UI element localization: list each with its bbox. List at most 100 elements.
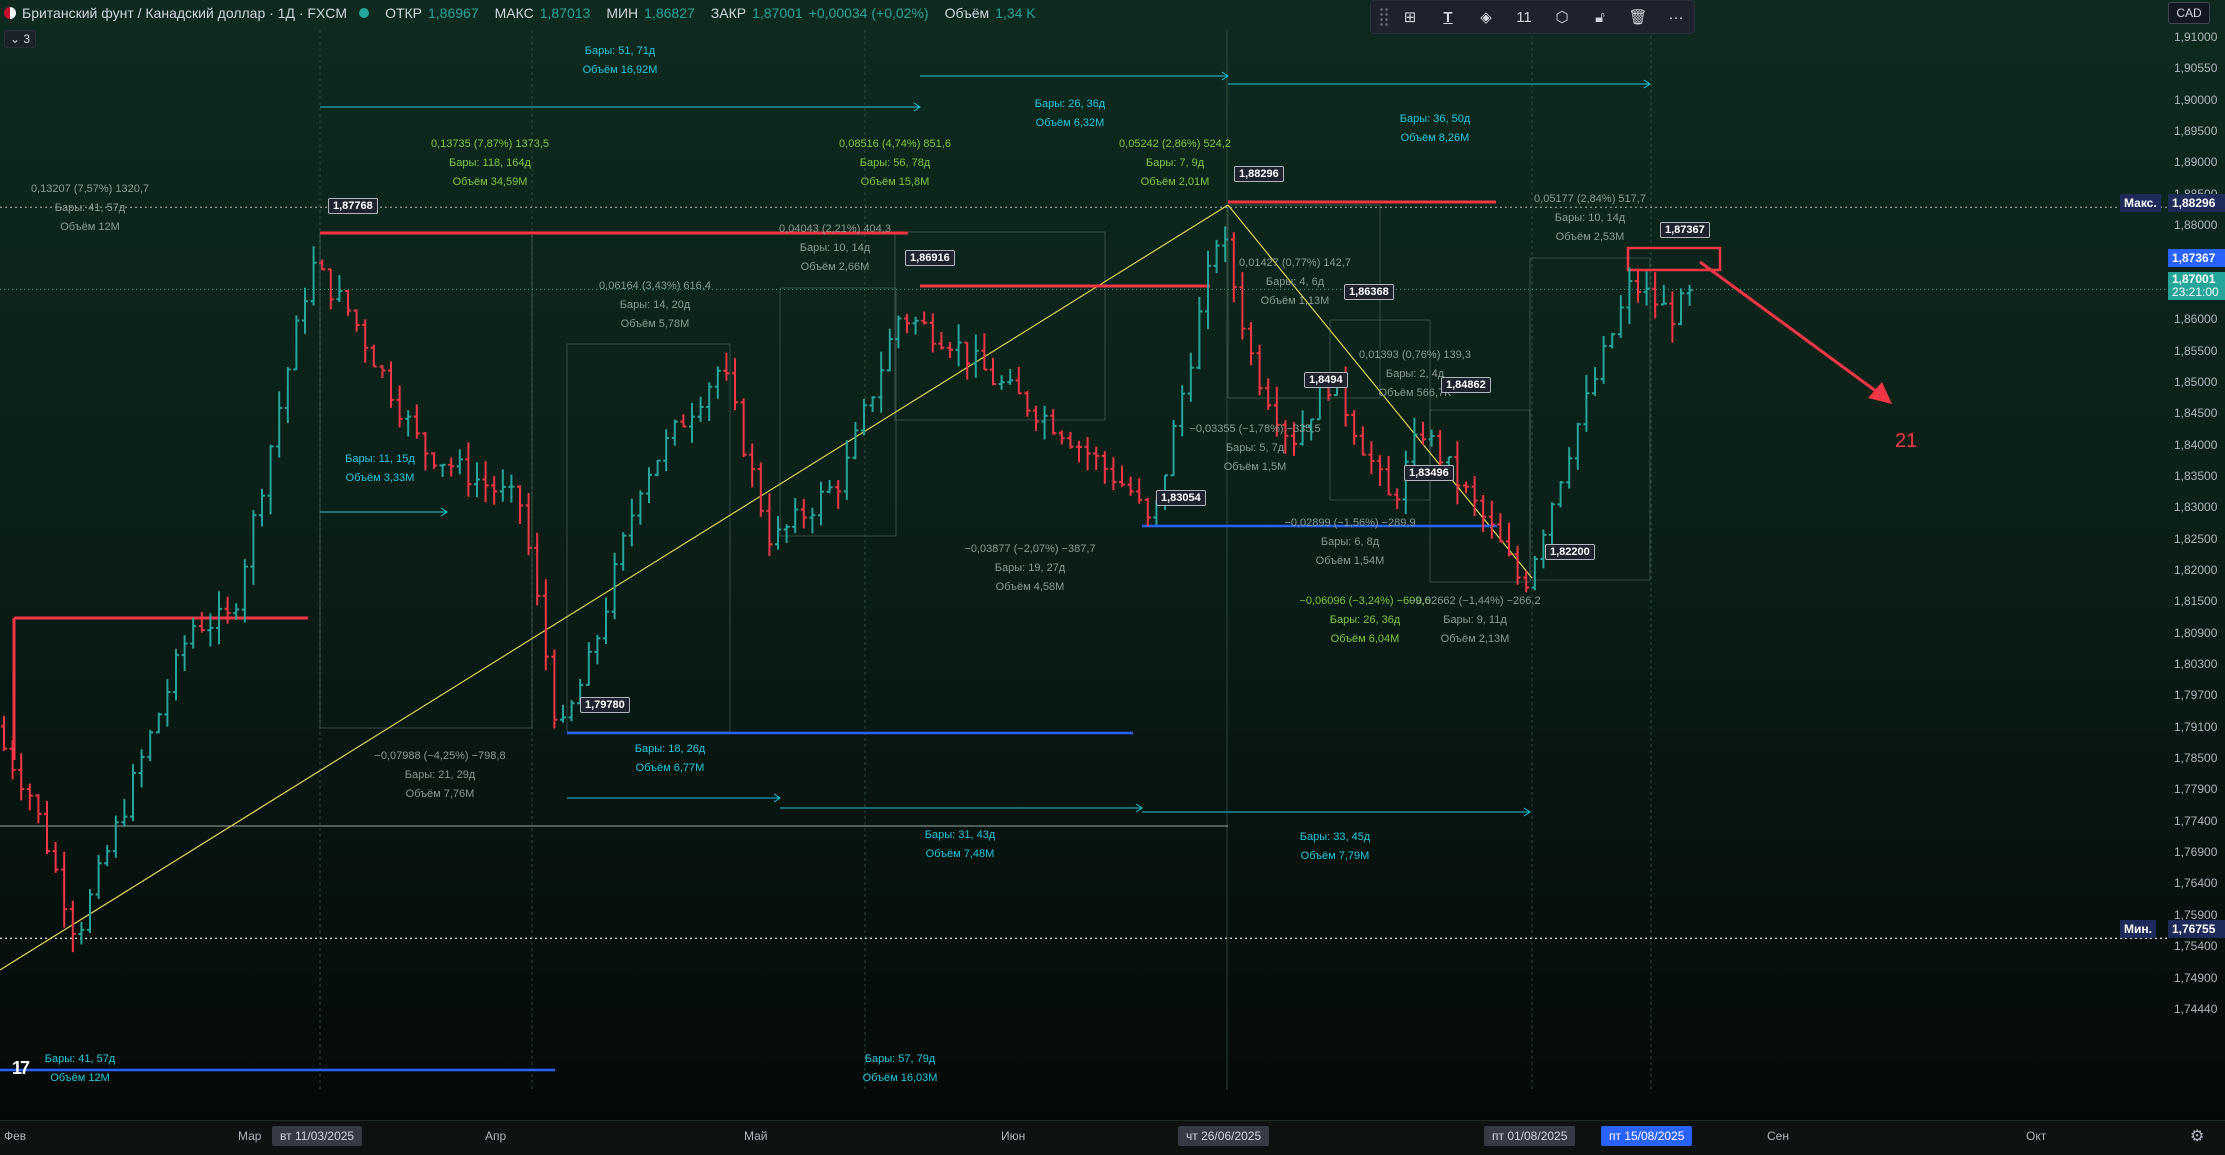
flag-icon — [4, 7, 16, 19]
time-axis[interactable]: Фев Мар Апр Май Июн Сен Окт вт 11/03/202… — [0, 1120, 2225, 1155]
price-scale[interactable]: 1,910001,905501,900001,895001,890001,885… — [2168, 0, 2225, 1120]
low-label: МИН — [606, 5, 639, 21]
measure-annotation[interactable]: Бары: 33, 45д Объём 7,79M — [1225, 828, 1445, 866]
annotation-line: Бары: 18, 26д — [634, 743, 706, 755]
measure-annotation[interactable]: −0,07988 (−4,25%) −798,8 Бары: 21, 29д Объ… — [330, 747, 550, 804]
close-label: ЗАКР — [710, 5, 747, 21]
price-tick: 1,80300 — [2174, 657, 2218, 671]
annotation-line: Объём 3,33M — [345, 472, 415, 484]
price-tick: 1,84000 — [2174, 437, 2218, 452]
time-label-jun: Июн — [1001, 1129, 1026, 1143]
annotation-line: Бары: 57, 79д — [864, 1053, 936, 1065]
measure-annotation[interactable]: 0,04043 (2,21%) 404,3 Бары: 10, 14д Объём … — [725, 220, 945, 277]
annotation-line: Бары: 14, 20д — [619, 299, 691, 311]
annotation-line: Бары: 36, 50д — [1399, 113, 1471, 125]
price-label-7[interactable]: 1,83496 — [1404, 465, 1454, 481]
annotation-line: Объём 2,13M — [1440, 633, 1510, 645]
measure-annotation[interactable]: Бары: 51, 71д Объём 16,92M — [510, 42, 730, 80]
drawing-text-21[interactable]: 21 — [1895, 430, 1917, 453]
price-label-5[interactable]: 1,8494 — [1304, 372, 1348, 388]
settings-icon[interactable]: ⬡ — [1545, 4, 1579, 30]
template-icon[interactable]: ⊞ — [1393, 4, 1427, 30]
time-label-may: Май — [744, 1129, 768, 1143]
price-label-1[interactable]: 1,87768 — [328, 198, 378, 214]
fill-icon[interactable]: ◈ — [1469, 4, 1503, 30]
annotation-line: −0,03355 (−1,78%) −335,5 — [1189, 423, 1321, 435]
tradingview-logo[interactable]: 17 — [12, 1058, 30, 1079]
measure-annotation[interactable]: Бары: 41, 57д Объём 12M — [0, 1050, 190, 1088]
measure-annotation[interactable]: Бары: 31, 43д Объём 7,48M — [850, 826, 1070, 864]
annotation-line: 0,01427 (0,77%) 142,7 — [1239, 257, 1351, 269]
measure-annotation[interactable]: 0,06164 (3,43%) 616,4 Бары: 14, 20д Объём … — [545, 277, 765, 334]
annotation-line: Объём 16,92M — [582, 64, 658, 76]
price-tick: 1,81500 — [2174, 594, 2218, 609]
price-tick: 1,85000 — [2174, 374, 2218, 389]
annotation-line: Объём 1,54M — [1315, 555, 1385, 567]
annotation-line: Объём 6,32M — [1035, 117, 1105, 129]
annotation-line: −0,02662 (−1,44%) −266,2 — [1409, 595, 1541, 607]
time-badge-2: чт 26/06/2025 — [1178, 1126, 1270, 1146]
high-label: МАКС — [494, 5, 534, 21]
price-label-11[interactable]: 1,87367 — [1660, 222, 1710, 238]
open-value: 1,86967 — [428, 5, 479, 21]
annotation-line: 0,08516 (4,74%) 851,6 — [839, 138, 951, 150]
time-label-oct: Окт — [2026, 1129, 2047, 1143]
price-tick: 1,74440 — [2174, 1001, 2218, 1016]
grip-icon[interactable] — [1379, 7, 1389, 27]
measure-annotation[interactable]: Бары: 18, 26д Объём 6,77M — [560, 740, 780, 778]
measure-annotation[interactable]: −0,02662 (−1,44%) −266,2 Бары: 9, 11д Объё… — [1365, 592, 1585, 649]
max-label-text: Макс. — [2124, 196, 2157, 210]
chart-app[interactable]: Британский фунт / Канадский доллар · 1Д … — [0, 0, 2225, 1155]
measure-annotation[interactable]: −0,02899 (−1,56%) −289,9 Бары: 6, 8д Объём… — [1240, 514, 1460, 571]
measure-box — [566, 343, 731, 733]
min-label-text: Мин. — [2124, 922, 2152, 936]
price-tick: 1,80900 — [2174, 625, 2218, 640]
measure-annotation[interactable]: 0,05177 (2,84%) 517,7 Бары: 10, 14д Объём … — [1480, 190, 1700, 247]
price-label-10[interactable]: 1,79780 — [580, 697, 630, 713]
annotation-line: Бары: 118, 164д — [449, 157, 531, 169]
drawing-toolbar[interactable]: ⊞ T ◈ 11 ⬡ 🔓︎ 🗑︎ ··· — [1370, 0, 1695, 34]
price-label-9[interactable]: 1,82200 — [1545, 544, 1595, 560]
measure-annotation[interactable]: 0,05242 (2,86%) 524,2 Бары: 7, 9д Объём 2,… — [1065, 135, 1285, 192]
more-icon[interactable]: ··· — [1659, 4, 1693, 30]
measure-annotation[interactable]: −0,03877 (−2,07%) −387,7 Бары: 19, 27д Объ… — [920, 540, 1140, 597]
trash-icon[interactable]: 🗑︎ — [1621, 4, 1655, 30]
indicators-toggle[interactable]: ⌄ 3 — [4, 30, 37, 48]
price-label-8[interactable]: 1,83054 — [1156, 490, 1206, 506]
annotation-line: Объём 8,26M — [1400, 132, 1470, 144]
symbol-title[interactable]: Британский фунт / Канадский доллар · 1Д … — [22, 5, 347, 21]
measure-annotation[interactable]: Бары: 26, 36д Объём 6,32M — [960, 95, 1180, 133]
gear-icon[interactable]: ⚙ — [2190, 1126, 2204, 1146]
text-tool-icon[interactable]: T — [1431, 4, 1465, 30]
measure-annotation[interactable]: Бары: 36, 50д Объём 8,26M — [1325, 110, 1545, 148]
line-width-value[interactable]: 11 — [1507, 4, 1541, 30]
annotation-line: −0,02899 (−1,56%) −289,9 — [1284, 517, 1416, 529]
price-tick: 1,85500 — [2174, 343, 2218, 358]
forecast-arrow — [1699, 260, 1889, 402]
annotation-line: 0,05242 (2,86%) 524,2 — [1119, 138, 1231, 150]
high-value: 1,87013 — [539, 5, 591, 21]
volume-value: 1,34 K — [995, 5, 1036, 21]
price-tick: 1,79700 — [2174, 688, 2218, 703]
price-tick: 1,83500 — [2174, 468, 2218, 483]
price-label-4[interactable]: 1,86368 — [1344, 284, 1394, 300]
annotation-line: Бары: 21, 29д — [404, 769, 476, 781]
measure-annotation[interactable]: 0,01427 (0,77%) 142,7 Бары: 4, 6д Объём 1,… — [1185, 254, 1405, 311]
lock-icon[interactable]: 🔓︎ — [1583, 4, 1617, 30]
annotation-line: −0,07988 (−4,25%) −798,8 — [374, 750, 506, 762]
annotation-line: 0,13207 (7,57%) 1320,7 — [30, 183, 150, 195]
price-label-6[interactable]: 1,84862 — [1441, 377, 1491, 393]
measure-annotation[interactable]: Бары: 11, 15д Объём 3,33M — [270, 450, 490, 488]
annotation-line: Бары: 56, 78д — [859, 157, 931, 169]
measure-annotation[interactable]: 0,13735 (7,87%) 1373,5 Бары: 118, 164д Объ… — [380, 135, 600, 192]
price-label-3[interactable]: 1,88296 — [1234, 166, 1284, 182]
annotation-line: Объём 7,76M — [405, 788, 475, 800]
measure-annotation[interactable]: 0,13207 (7,57%) 1320,7 Бары: 41, 57д Объём… — [0, 180, 200, 237]
time-badge-3: пт 01/08/2025 — [1484, 1126, 1576, 1146]
annotation-line: Объём 12M — [60, 221, 120, 233]
measure-annotation[interactable]: Бары: 57, 79д Объём 16,03M — [790, 1050, 1010, 1088]
measure-annotation[interactable]: −0,03355 (−1,78%) −335,5 Бары: 5, 7д Объём… — [1145, 420, 1365, 477]
measure-annotation[interactable]: 0,08516 (4,74%) 851,6 Бары: 56, 78д Объём … — [785, 135, 1005, 192]
annotation-line: Бары: 33, 45д — [1299, 831, 1371, 843]
price-label-2[interactable]: 1,86916 — [905, 250, 955, 266]
